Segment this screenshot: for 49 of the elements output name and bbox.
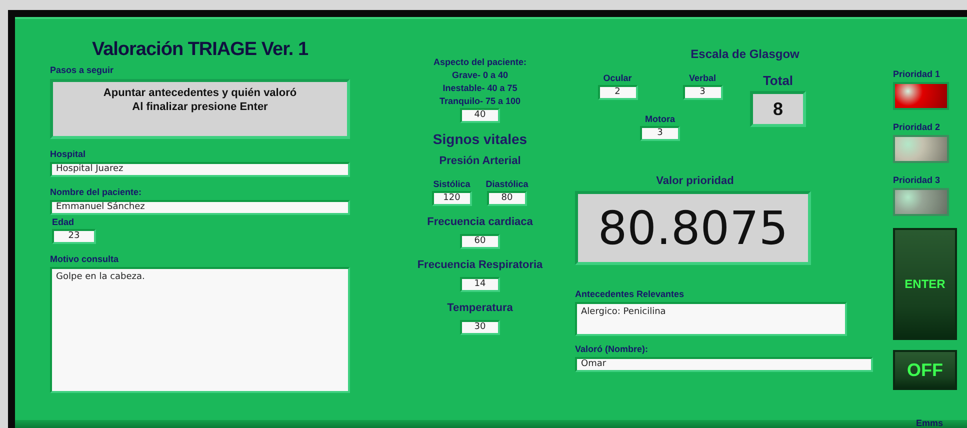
input-field[interactable]: 3	[640, 126, 680, 141]
field-label: Diastólica	[486, 179, 528, 189]
field-label: Aspecto del paciente:	[433, 57, 527, 67]
instruction-text: Apuntar antecedentes y quién valoró	[103, 86, 297, 100]
input-field[interactable]: Hospital Juarez	[50, 162, 350, 177]
field-label: Frecuencia Respiratoria	[417, 259, 543, 271]
text-area[interactable]: Golpe en la cabeza.	[50, 267, 350, 393]
section-subtitle: Presión Arterial	[439, 155, 521, 167]
field-label: Sistólica	[433, 179, 470, 189]
field-label: Edad	[52, 217, 76, 227]
input-field[interactable]: 23	[52, 229, 96, 244]
scale-text: Grave- 0 a 40	[452, 70, 508, 80]
field-label: Valoró (Nombre):	[575, 344, 650, 354]
scale-text: Tranquilo- 75 a 100	[439, 96, 521, 106]
scale-text: Inestable- 40 a 75	[442, 83, 518, 93]
field-label: Frecuencia cardiaca	[427, 216, 533, 228]
field-label: Nombre del paciente:	[50, 187, 143, 197]
instruction-text: Al finalizar presione Enter	[132, 100, 268, 114]
app-title: Valoración TRIAGE Ver. 1	[90, 39, 310, 61]
light-label: Prioridad 1	[893, 69, 942, 79]
input-field[interactable]: 3	[682, 85, 722, 100]
text-area[interactable]: Alergico: Penicilina	[575, 302, 847, 336]
field-label: Pasos a seguir	[50, 65, 115, 75]
total-display: 8	[750, 91, 806, 127]
input-field[interactable]: 60	[460, 234, 500, 249]
light-label: Prioridad 2	[893, 122, 942, 132]
field-label: Verbal	[688, 73, 716, 83]
input-field[interactable]: 14	[460, 277, 500, 292]
field-label: Hospital	[50, 149, 87, 159]
field-label: Temperatura	[447, 302, 513, 314]
off-button[interactable]: OFF	[893, 350, 957, 390]
field-label: Motora	[645, 114, 675, 124]
input-field[interactable]: 30	[460, 320, 500, 335]
input-field[interactable]: 40	[460, 108, 500, 123]
total-label: Total	[762, 73, 794, 88]
field-label: Antecedentes Relevantes	[575, 289, 686, 299]
enter-button[interactable]: ENTER	[893, 228, 957, 340]
field-label: Motivo consulta	[50, 254, 120, 264]
input-field[interactable]: 2	[598, 85, 638, 100]
light-label: Prioridad 3	[893, 175, 942, 185]
input-field[interactable]: 80	[487, 191, 527, 206]
section-title: Signos vitales	[432, 131, 528, 147]
field-label: Ocular	[603, 73, 632, 83]
input-field[interactable]: Emmanuel Sánchez	[50, 200, 350, 215]
priority-display: 80.8075	[575, 191, 811, 265]
input-field[interactable]: Omar	[575, 357, 873, 372]
input-field[interactable]: 120	[432, 191, 472, 206]
author-text: Emms	[916, 419, 943, 428]
section-title: Escala de Glasgow	[690, 47, 800, 61]
